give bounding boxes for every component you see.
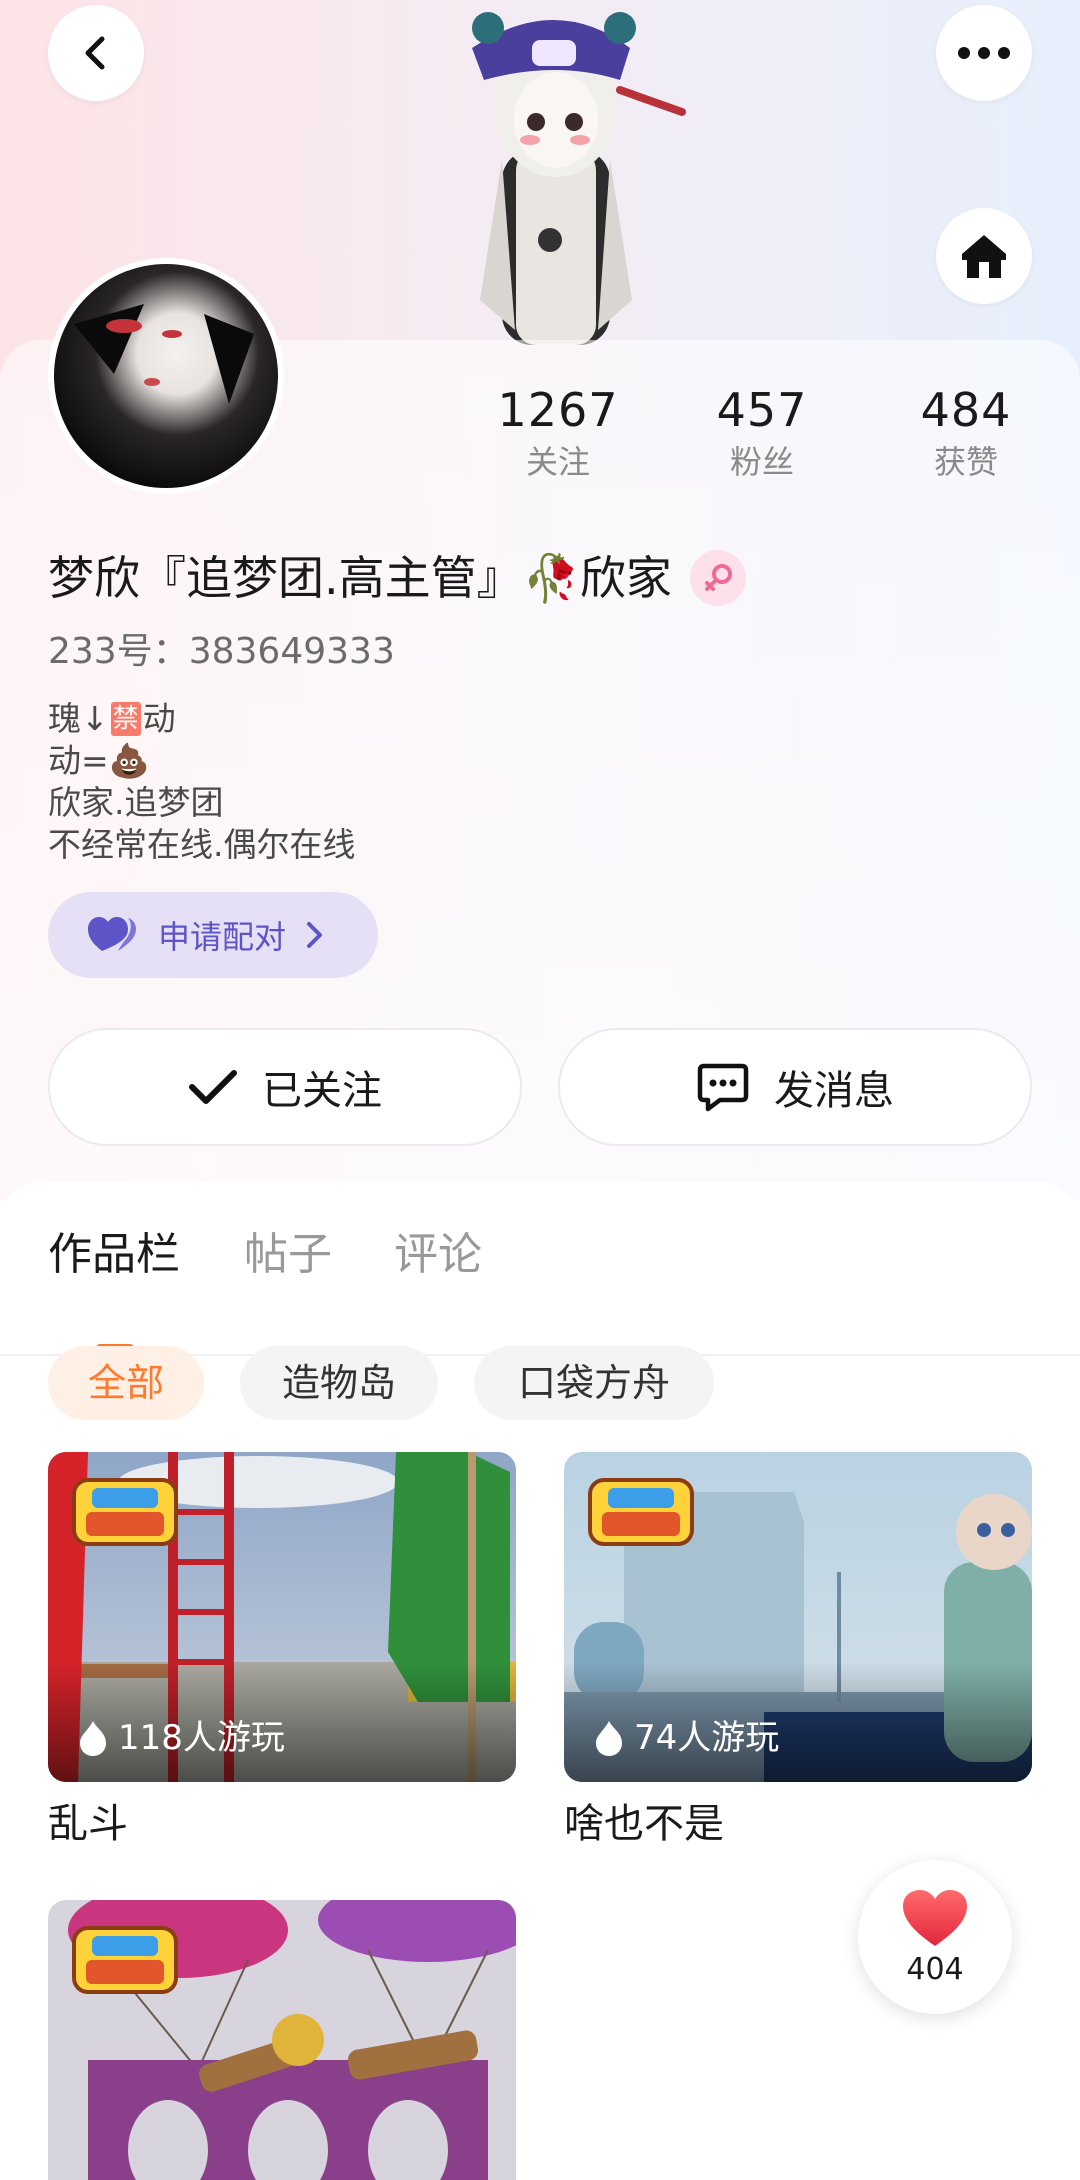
flame-icon xyxy=(80,1721,106,1756)
home-button[interactable] xyxy=(936,208,1032,304)
stat-following[interactable]: 1267 关注 xyxy=(478,380,638,484)
work-card[interactable]: 118人游玩 乱斗 xyxy=(48,1452,516,1852)
apply-pair-label: 申请配对 xyxy=(158,918,287,956)
bio-line: 不经常在线.偶尔在线 xyxy=(48,825,356,864)
like-button[interactable]: 404 xyxy=(858,1860,1012,2014)
more-dots-icon xyxy=(958,47,1010,59)
bio-line: 瑰↓ 禁 动 xyxy=(48,698,356,740)
filter-chip-all[interactable]: 全部 xyxy=(48,1346,204,1420)
back-button[interactable] xyxy=(48,5,144,101)
stat-likes-value: 484 xyxy=(920,383,1012,437)
stat-fans[interactable]: 457 粉丝 xyxy=(682,380,842,484)
filter-chip-pocket-ark[interactable]: 口袋方舟 xyxy=(474,1346,714,1420)
profile-name: 梦欣『追梦团.高主管』🥀欣家 xyxy=(48,551,672,605)
work-thumbnail xyxy=(48,1900,516,2180)
tab-bar: 作品栏 帖子 评论 xyxy=(0,1222,1080,1356)
play-count: 74人游玩 xyxy=(594,1716,779,1760)
stat-likes[interactable]: 484 获赞 xyxy=(886,380,1046,484)
ban-tag: 禁 xyxy=(110,702,141,736)
bio-line: 欣家.追梦团 xyxy=(48,783,224,822)
home-icon xyxy=(962,235,1006,278)
bio-text: 瑰↓ xyxy=(48,699,109,738)
apply-pair-button[interactable]: 申请配对 xyxy=(48,892,378,978)
work-card[interactable] xyxy=(48,1900,516,2180)
followed-label: 已关注 xyxy=(262,1068,382,1114)
stat-likes-label: 获赞 xyxy=(933,443,998,481)
chat-bubble-icon xyxy=(697,1063,749,1112)
tab-comments[interactable]: 评论 xyxy=(394,1222,482,1288)
play-count: 118人游玩 xyxy=(78,1716,285,1760)
play-count-text: 74人游玩 xyxy=(634,1718,780,1758)
chevron-left-icon xyxy=(85,36,105,70)
more-options-button[interactable] xyxy=(936,5,1032,101)
work-title: 乱斗 xyxy=(48,1801,128,1847)
bio: 瑰↓ 禁 动 动=💩 欣家.追梦团 不经常在线.偶尔在线 xyxy=(48,698,356,866)
play-count-text: 118人游玩 xyxy=(118,1718,285,1758)
work-card[interactable]: 74人游玩 啥也不是 xyxy=(564,1452,1032,1852)
tab-works[interactable]: 作品栏 xyxy=(48,1222,180,1288)
work-title: 啥也不是 xyxy=(564,1801,724,1847)
avatar[interactable] xyxy=(48,258,284,494)
stat-following-value: 1267 xyxy=(497,383,619,437)
heart-icon xyxy=(903,1889,967,1946)
checkmark-icon xyxy=(189,1070,237,1104)
chevron-right-icon xyxy=(307,922,323,948)
work-thumbnail: 118人游玩 xyxy=(48,1452,516,1782)
avatar-face-icon xyxy=(74,304,254,404)
send-message-label: 发消息 xyxy=(774,1068,894,1114)
double-heart-icon xyxy=(88,917,136,951)
send-message-button[interactable]: 发消息 xyxy=(558,1028,1032,1146)
filter-chip-creation-island[interactable]: 造物岛 xyxy=(240,1346,438,1420)
character-figure xyxy=(472,12,686,345)
like-count: 404 xyxy=(906,1951,964,1987)
flame-icon xyxy=(596,1721,622,1756)
user-id: 233号：383649333 xyxy=(48,631,395,672)
followed-button[interactable]: 已关注 xyxy=(48,1028,522,1146)
stat-following-label: 关注 xyxy=(525,443,590,481)
profile-page: 1267 关注 457 粉丝 484 获赞 梦欣『追梦团.高主管』🥀欣家 233… xyxy=(0,0,1080,2180)
stat-fans-label: 粉丝 xyxy=(729,443,794,481)
creation-island-logo-icon xyxy=(72,1478,178,1546)
bio-line: 动=💩 xyxy=(48,741,150,780)
creation-island-logo-icon xyxy=(72,1926,178,1994)
stat-fans-value: 457 xyxy=(716,383,808,437)
tab-posts[interactable]: 帖子 xyxy=(244,1222,332,1288)
work-thumbnail: 74人游玩 xyxy=(564,1452,1032,1782)
profile-name-row: 梦欣『追梦团.高主管』🥀欣家 xyxy=(48,548,746,608)
avatar-image xyxy=(54,264,278,488)
female-gender-icon xyxy=(689,550,746,606)
creation-island-logo-icon xyxy=(588,1478,694,1546)
bio-text: 动 xyxy=(142,699,176,738)
